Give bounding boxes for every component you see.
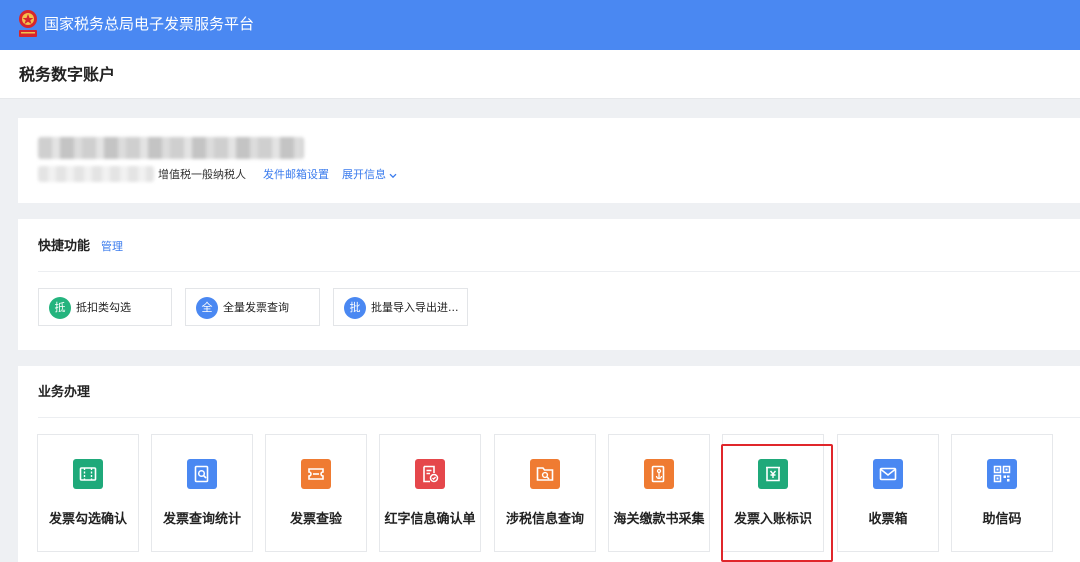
quick-functions-title: 快捷功能 [38, 239, 91, 254]
manage-link[interactable]: 管理 [101, 240, 123, 254]
platform-title: 国家税务总局电子发票服务平台 [44, 15, 255, 33]
quick-item-label: 抵扣类勾选 [76, 301, 131, 314]
tile-label: 助信码 [982, 512, 1022, 527]
quick-item-label: 全量发票查询 [223, 301, 289, 314]
expand-info-label: 展开信息 [342, 168, 386, 181]
business-card: 业务办理 发票勾选确认 发票查询统计 发票查验 红字信息确认单 涉税信息查询 海… [18, 366, 1080, 562]
invoice-verify-icon [301, 459, 331, 489]
page-title: 税务数字账户 [19, 65, 116, 84]
taxpayer-id-redacted [38, 166, 154, 182]
tile-label: 发票查询统计 [162, 512, 241, 527]
divider [38, 417, 1080, 418]
mail-settings-link[interactable]: 发件邮箱设置 [263, 168, 329, 182]
tile-label: 发票查验 [289, 512, 342, 527]
taxpayer-info-card: 增值税一般纳税人 发件邮箱设置 展开信息 [18, 118, 1080, 203]
taxpayer-name-redacted [38, 137, 304, 159]
tile-label: 发票入账标识 [733, 512, 812, 527]
tile-invoice-query-stats[interactable]: 发票查询统计 [151, 434, 253, 552]
divider [38, 271, 1080, 272]
invoice-check-icon [73, 459, 103, 489]
tax-emblem-icon [19, 10, 37, 37]
deduction-badge-icon: 抵 [49, 297, 71, 319]
tile-label: 发票勾选确认 [48, 512, 127, 527]
quick-item-deduction-select[interactable]: 抵 抵扣类勾选 [38, 288, 172, 326]
tile-credit-code[interactable]: 助信码 [951, 434, 1053, 552]
business-title: 业务办理 [38, 385, 91, 400]
chevron-down-icon [389, 173, 397, 179]
tile-label: 涉税信息查询 [505, 512, 584, 527]
tile-label: 红字信息确认单 [384, 512, 476, 527]
tile-customs-payment-collect[interactable]: 海关缴款书采集 [608, 434, 710, 552]
quick-item-full-invoice-query[interactable]: 全 全量发票查询 [185, 288, 320, 326]
invoice-search-icon [187, 459, 217, 489]
taxpayer-type: 增值税一般纳税人 [158, 168, 246, 181]
tile-invoice-verify[interactable]: 发票查验 [265, 434, 367, 552]
tile-invoice-inbox[interactable]: 收票箱 [837, 434, 939, 552]
quick-item-batch-import-export[interactable]: 批 批量导入导出进... [333, 288, 468, 326]
expand-info-link[interactable]: 展开信息 [342, 168, 397, 182]
red-letter-icon [415, 459, 445, 489]
top-bar: 国家税务总局电子发票服务平台 [0, 0, 1080, 50]
page-header: 税务数字账户 [0, 50, 1080, 99]
qr-code-icon [987, 459, 1017, 489]
customs-collect-icon [644, 459, 674, 489]
tile-label: 收票箱 [868, 512, 908, 527]
tile-invoice-accounting-mark[interactable]: 发票入账标识 [722, 434, 824, 552]
tile-label: 海关缴款书采集 [613, 512, 705, 527]
invoice-accounting-icon [758, 459, 788, 489]
batch-badge-icon: 批 [344, 297, 366, 319]
full-query-badge-icon: 全 [196, 297, 218, 319]
tile-tax-info-query[interactable]: 涉税信息查询 [494, 434, 596, 552]
tax-info-search-icon [530, 459, 560, 489]
quick-functions-card: 快捷功能 管理 抵 抵扣类勾选 全 全量发票查询 批 批量导入导出进... [18, 219, 1080, 350]
tile-red-letter-confirm[interactable]: 红字信息确认单 [379, 434, 481, 552]
quick-item-label: 批量导入导出进... [371, 301, 459, 314]
mailbox-icon [873, 459, 903, 489]
tile-invoice-check-confirm[interactable]: 发票勾选确认 [37, 434, 139, 552]
